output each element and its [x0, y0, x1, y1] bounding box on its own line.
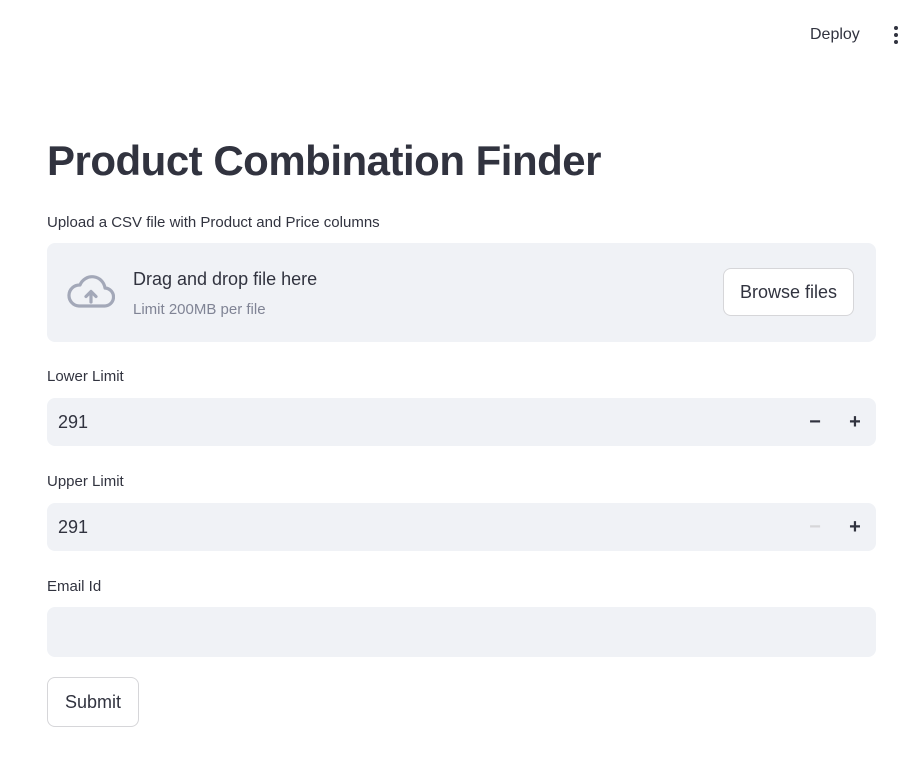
- email-input[interactable]: [47, 607, 876, 657]
- dropzone-limit-text: Limit 200MB per file: [133, 301, 266, 318]
- vertical-ellipsis-icon: [894, 26, 898, 30]
- vertical-ellipsis-icon: [894, 40, 898, 44]
- email-label: Email Id: [47, 578, 102, 595]
- browse-files-button[interactable]: Browse files: [723, 268, 854, 316]
- lower-limit-increment-button[interactable]: +: [835, 398, 875, 446]
- upper-limit-value[interactable]: 291: [58, 503, 88, 551]
- uploader-label: Upload a CSV file with Product and Price…: [47, 214, 380, 231]
- dropzone-instructions: Drag and drop file here: [133, 269, 318, 289]
- vertical-ellipsis-icon: [894, 33, 898, 37]
- file-dropzone[interactable]: Drag and drop file here Limit 200MB per …: [47, 243, 876, 342]
- cloud-upload-icon: [67, 275, 115, 308]
- main-menu-button[interactable]: [884, 22, 908, 48]
- lower-limit-value[interactable]: 291: [58, 398, 88, 446]
- page-title: Product Combination Finder: [47, 137, 601, 184]
- upper-limit-label: Upper Limit: [47, 473, 124, 490]
- app-header: Deploy: [0, 0, 923, 68]
- lower-limit-label: Lower Limit: [47, 368, 124, 385]
- upper-limit-decrement-button[interactable]: −: [795, 503, 835, 551]
- lower-limit-input[interactable]: 291 − +: [47, 398, 876, 446]
- submit-button[interactable]: Submit: [47, 677, 139, 727]
- lower-limit-decrement-button[interactable]: −: [795, 398, 835, 446]
- deploy-button[interactable]: Deploy: [801, 22, 869, 48]
- upper-limit-input[interactable]: 291 − +: [47, 503, 876, 551]
- upper-limit-increment-button[interactable]: +: [835, 503, 875, 551]
